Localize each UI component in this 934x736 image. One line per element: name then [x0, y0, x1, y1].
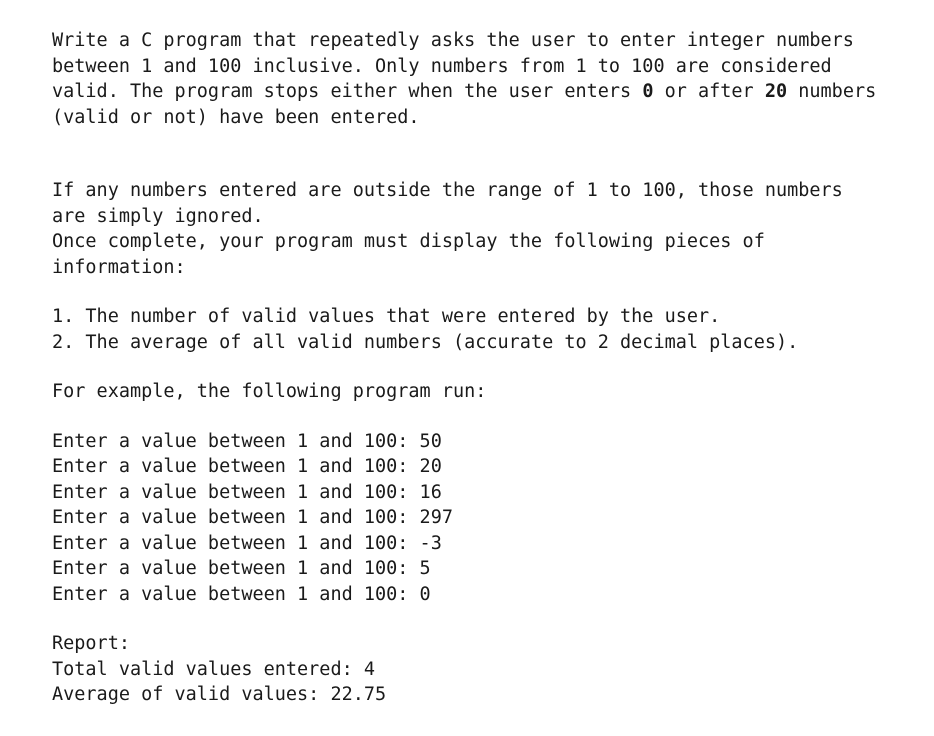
- run-line-2: Enter a value between 1 and 100: 20: [52, 454, 882, 480]
- intro-text-2: or after: [653, 81, 764, 102]
- intro-bold-zero: 0: [642, 81, 653, 102]
- ignored-paragraph: If any numbers entered are outside the r…: [52, 178, 882, 229]
- run-line-5: Enter a value between 1 and 100: -3: [52, 531, 882, 557]
- once-complete-paragraph: Once complete, your program must display…: [52, 229, 882, 280]
- run-line-3: Enter a value between 1 and 100: 16: [52, 480, 882, 506]
- example-intro: For example, the following program run:: [52, 379, 882, 405]
- run-line-6: Enter a value between 1 and 100: 5: [52, 556, 882, 582]
- run-line-1: Enter a value between 1 and 100: 50: [52, 429, 882, 455]
- list-item-1: 1. The number of valid values that were …: [52, 304, 882, 330]
- list-item-2: 2. The average of all valid numbers (acc…: [52, 330, 882, 356]
- report-average: Average of valid values: 22.75: [52, 682, 882, 708]
- run-line-7: Enter a value between 1 and 100: 0: [52, 582, 882, 608]
- report-header: Report:: [52, 631, 882, 657]
- run-line-4: Enter a value between 1 and 100: 297: [52, 505, 882, 531]
- intro-bold-twenty: 20: [765, 81, 787, 102]
- report-total: Total valid values entered: 4: [52, 657, 882, 683]
- intro-paragraph: Write a C program that repeatedly asks t…: [52, 28, 882, 130]
